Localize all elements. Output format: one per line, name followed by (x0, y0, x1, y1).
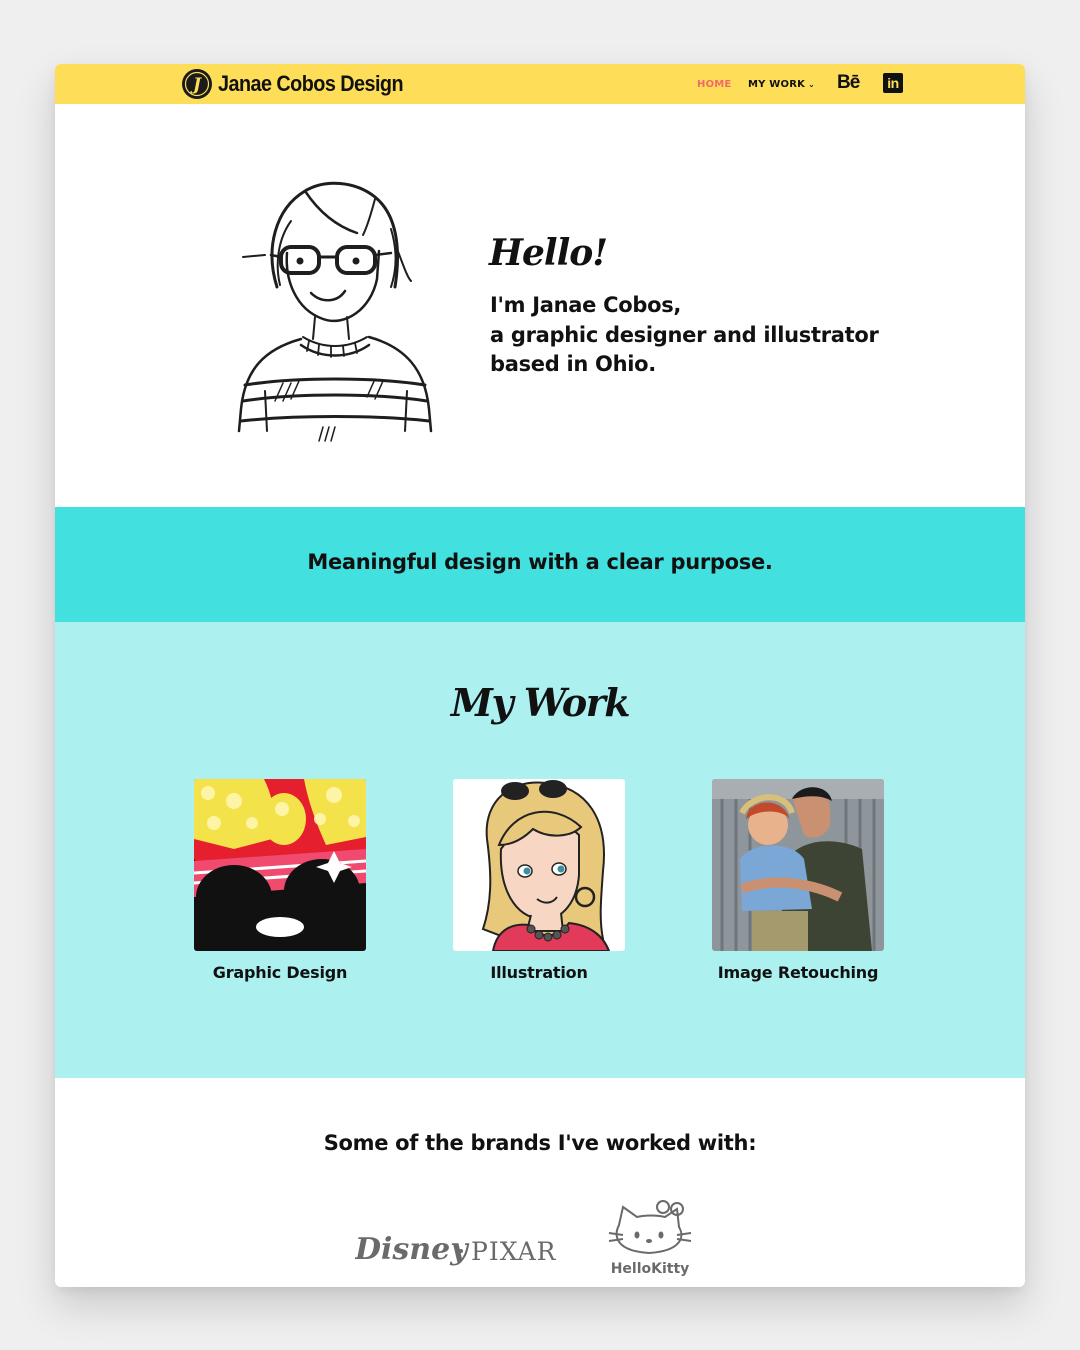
brands-title: Some of the brands I've worked with: (323, 1131, 757, 1155)
chevron-down-icon: ⌄ (808, 79, 815, 89)
work-card-illustration[interactable]: Illustration (453, 779, 625, 982)
svg-text:PIXAR: PIXAR (471, 1237, 557, 1266)
intro-line: I'm Janae Cobos, (490, 293, 682, 317)
hellokitty-logo: HelloKitty (608, 1200, 692, 1277)
intro-line: based in Ohio. (490, 352, 656, 376)
portrait-sketch (237, 181, 433, 442)
hero-greeting: Hello! (489, 232, 608, 274)
disney-pixar-logo: Disney PIXAR (355, 1232, 557, 1267)
site-logo[interactable]: J Janae Cobos Design (182, 67, 424, 101)
nav-my-work[interactable]: MY WORK ⌄ (748, 64, 815, 104)
intro-line: a graphic designer and illustrator (490, 322, 879, 347)
work-card-label[interactable]: Image Retouching (712, 963, 884, 982)
linkedin-icon[interactable]: in (883, 73, 903, 93)
image-retouching-thumbnail[interactable] (712, 779, 884, 951)
tagline-text: Meaningful design with a clear purpose. (307, 550, 773, 574)
tagline-band: Meaningful design with a clear purpose. (55, 507, 1025, 622)
work-card-label[interactable]: Illustration (453, 963, 625, 982)
svg-text:HelloKitty: HelloKitty (611, 1261, 690, 1277)
work-card-image-retouching[interactable]: Image Retouching (712, 779, 884, 982)
work-title: My Work (450, 680, 631, 725)
hero-intro: I'm Janae Cobos, a graphic designer and … (490, 291, 930, 380)
page-card: J Janae Cobos Design HOME MY WORK ⌄ Bē i… (55, 64, 1025, 1287)
work-section: My Work Graphic Design Illustration Imag… (55, 622, 1025, 1078)
nav-home-label: HOME (697, 78, 732, 90)
logo-monogram-icon: J (182, 69, 212, 99)
nav-home[interactable]: HOME (697, 64, 731, 104)
illustration-thumbnail[interactable] (453, 779, 625, 951)
site-header: J Janae Cobos Design HOME MY WORK ⌄ Bē i… (55, 64, 1025, 104)
work-card-label[interactable]: Graphic Design (194, 963, 366, 982)
work-card-graphic-design[interactable]: Graphic Design (194, 779, 366, 982)
nav-my-work-label: MY WORK (748, 78, 806, 90)
graphic-design-thumbnail[interactable] (194, 779, 366, 951)
logo-text: Janae Cobos Design (218, 71, 404, 96)
svg-text:Disney: Disney (355, 1232, 470, 1267)
behance-icon[interactable]: Bē (837, 72, 860, 94)
